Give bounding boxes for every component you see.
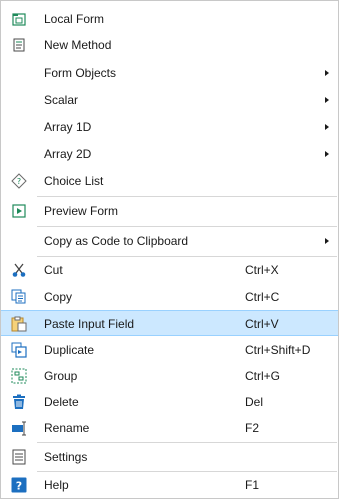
menu-item-choice-list[interactable]: ? Choice List	[1, 168, 338, 194]
shortcut-label: Ctrl+G	[245, 369, 281, 383]
submenu-arrow-icon	[325, 97, 329, 103]
menu-item-settings[interactable]: Settings	[1, 444, 338, 470]
menu-item-duplicate[interactable]: Duplicate Ctrl+Shift+D	[1, 337, 338, 363]
menu-item-label: Help	[44, 478, 69, 492]
delete-icon	[10, 393, 28, 411]
menu-item-preview-form[interactable]: Preview Form	[1, 198, 338, 224]
menu-item-label: Group	[44, 369, 78, 383]
menu-item-help[interactable]: ? Help F1	[1, 472, 338, 498]
submenu-arrow-icon	[325, 151, 329, 157]
menu-item-label: New Method	[44, 38, 112, 52]
menu-item-label: Copy as Code to Clipboard	[44, 234, 189, 248]
group-icon	[10, 367, 28, 385]
shortcut-label: F2	[245, 421, 260, 435]
menu-item-copy-as-code[interactable]: Copy as Code to Clipboard	[1, 228, 338, 254]
shortcut-label: Ctrl+X	[245, 263, 279, 277]
menu-item-label: Settings	[44, 450, 88, 464]
menu-item-label: Rename	[44, 421, 90, 435]
duplicate-icon	[10, 341, 28, 359]
menu-item-copy[interactable]: Copy Ctrl+C	[1, 284, 338, 310]
svg-text:?: ?	[17, 177, 21, 186]
preview-form-icon	[10, 202, 28, 220]
shortcut-label: Ctrl+Shift+D	[245, 343, 311, 357]
menu-item-array-1d[interactable]: Array 1D	[1, 114, 338, 140]
shortcut-label: Del	[245, 395, 264, 409]
menu-item-form-objects[interactable]: Form Objects	[1, 60, 338, 86]
menu-item-label: Paste Input Field	[44, 317, 135, 331]
menu-separator	[37, 442, 337, 443]
menu-item-label: Preview Form	[44, 204, 119, 218]
settings-icon	[10, 448, 28, 466]
shortcut-label: Ctrl+V	[245, 317, 279, 331]
menu-item-scalar[interactable]: Scalar	[1, 87, 338, 113]
menu-item-label: Form Objects	[44, 66, 117, 80]
copy-icon	[10, 288, 28, 306]
menu-item-label: Array 1D	[44, 120, 92, 134]
submenu-arrow-icon	[325, 70, 329, 76]
menu-item-label: Array 2D	[44, 147, 92, 161]
menu-item-local-form[interactable]: Local Form	[1, 6, 338, 32]
shortcut-label: Ctrl+C	[245, 290, 280, 304]
menu-item-label: Local Form	[44, 12, 105, 26]
svg-text:?: ?	[16, 480, 22, 493]
paste-icon	[10, 315, 28, 333]
menu-item-cut[interactable]: Cut Ctrl+X	[1, 257, 338, 283]
menu-item-label: Delete	[44, 395, 79, 409]
menu-item-label: Copy	[44, 290, 73, 304]
cut-icon	[10, 261, 28, 279]
menu-item-group[interactable]: Group Ctrl+G	[1, 363, 338, 389]
submenu-arrow-icon	[325, 238, 329, 244]
menu-item-label: Cut	[44, 263, 63, 277]
help-icon: ?	[10, 476, 28, 494]
shortcut-label: F1	[245, 478, 260, 492]
rename-icon	[10, 419, 28, 437]
local-form-icon	[10, 10, 28, 28]
choice-list-icon: ?	[10, 172, 28, 190]
menu-item-label: Scalar	[44, 93, 79, 107]
menu-item-delete[interactable]: Delete Del	[1, 389, 338, 415]
menu-separator	[37, 196, 337, 197]
menu-item-rename[interactable]: Rename F2	[1, 415, 338, 441]
menu-item-new-method[interactable]: New Method	[1, 32, 338, 58]
menu-item-label: Duplicate	[44, 343, 95, 357]
new-method-icon	[10, 36, 28, 54]
menu-item-array-2d[interactable]: Array 2D	[1, 141, 338, 167]
submenu-arrow-icon	[325, 124, 329, 130]
context-menu: Local Form New Method Form Objects Scala…	[0, 0, 339, 499]
menu-item-paste-input-field[interactable]: Paste Input Field Ctrl+V	[1, 310, 338, 336]
menu-separator	[37, 226, 337, 227]
menu-item-label: Choice List	[44, 174, 104, 188]
